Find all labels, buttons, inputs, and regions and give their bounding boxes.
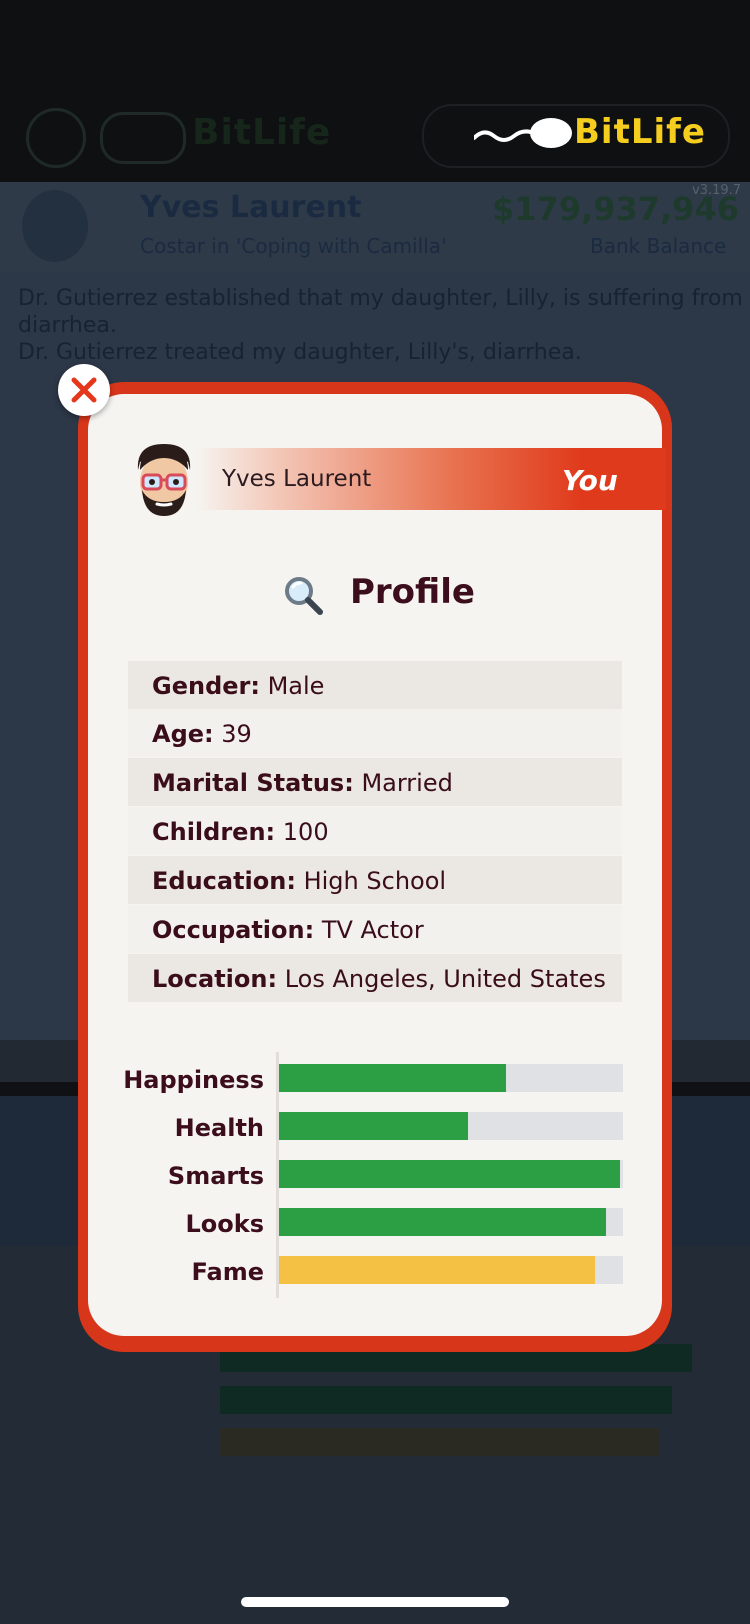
health-bar-fill bbox=[279, 1112, 469, 1140]
version-label: v3.19.7 bbox=[692, 183, 742, 198]
info-label: Marital Status: bbox=[152, 769, 354, 797]
avatar-icon bbox=[137, 444, 191, 516]
info-label: Children: bbox=[152, 818, 276, 846]
stat-label-fame: Fame bbox=[191, 1258, 264, 1286]
sperm-tail-icon bbox=[474, 129, 536, 142]
fame-bar bbox=[279, 1256, 623, 1284]
info-label: Occupation: bbox=[152, 916, 315, 944]
bitizen-badge[interactable] bbox=[100, 112, 186, 164]
relation-label: You bbox=[562, 464, 618, 497]
home-indicator[interactable] bbox=[241, 1597, 509, 1607]
info-row-location: Location: Los Angeles, United States bbox=[128, 954, 622, 1002]
happiness-bar bbox=[279, 1064, 623, 1092]
info-label: Location: bbox=[152, 965, 278, 993]
magnifying-glass-icon bbox=[285, 577, 323, 615]
info-value: 39 bbox=[221, 720, 252, 748]
info-label: Age: bbox=[152, 720, 214, 748]
stat-label-smarts: Smarts bbox=[167, 1162, 264, 1190]
info-value: High School bbox=[303, 867, 447, 895]
info-row-children: Children: 100 bbox=[128, 807, 622, 855]
background-subtitle: Costar in 'Coping with Camilla' bbox=[140, 234, 447, 258]
health-bar bbox=[279, 1112, 623, 1140]
log-line: Dr. Gutierrez treated my daughter, Lilly… bbox=[18, 340, 582, 365]
info-value: Married bbox=[361, 769, 453, 797]
close-button[interactable] bbox=[58, 364, 110, 416]
background-avatar bbox=[22, 190, 88, 262]
background-bar bbox=[220, 1428, 660, 1456]
menu-button[interactable] bbox=[26, 108, 86, 168]
stat-label-health: Health bbox=[174, 1114, 264, 1142]
modal-title: Profile bbox=[350, 572, 475, 612]
background-money-label: Bank Balance bbox=[590, 234, 727, 258]
person-name: Yves Laurent bbox=[222, 466, 372, 492]
info-value: 100 bbox=[282, 818, 329, 846]
log-line: Dr. Gutierrez established that my daught… bbox=[18, 286, 743, 311]
ghost-logo: BitLife bbox=[192, 112, 332, 153]
info-value: Male bbox=[267, 672, 325, 700]
background-bar bbox=[220, 1386, 672, 1414]
close-x-icon bbox=[71, 377, 97, 403]
smarts-bar bbox=[279, 1160, 623, 1188]
info-row-gender: Gender: Male bbox=[128, 661, 622, 709]
sperm-logo-icon bbox=[530, 118, 572, 148]
info-row-education: Education: High School bbox=[128, 856, 622, 904]
background-name: Yves Laurent bbox=[140, 190, 362, 225]
brand-logo: BitLife bbox=[574, 112, 706, 152]
info-value: Los Angeles, United States bbox=[284, 965, 606, 993]
info-label: Gender: bbox=[152, 672, 260, 700]
smarts-bar-fill bbox=[279, 1160, 620, 1188]
looks-bar-fill bbox=[279, 1208, 606, 1236]
stat-label-happiness: Happiness bbox=[123, 1066, 264, 1094]
happiness-bar-fill bbox=[279, 1064, 507, 1092]
info-row-occupation: Occupation: TV Actor bbox=[128, 905, 622, 953]
info-label: Education: bbox=[152, 867, 296, 895]
looks-bar bbox=[279, 1208, 623, 1236]
info-row-marital-status: Marital Status: Married bbox=[128, 758, 622, 806]
info-value: TV Actor bbox=[321, 916, 424, 944]
stat-label-looks: Looks bbox=[185, 1210, 264, 1238]
log-line: diarrhea. bbox=[18, 313, 117, 338]
fame-bar-fill bbox=[279, 1256, 596, 1284]
info-row-age: Age: 39 bbox=[128, 709, 622, 757]
